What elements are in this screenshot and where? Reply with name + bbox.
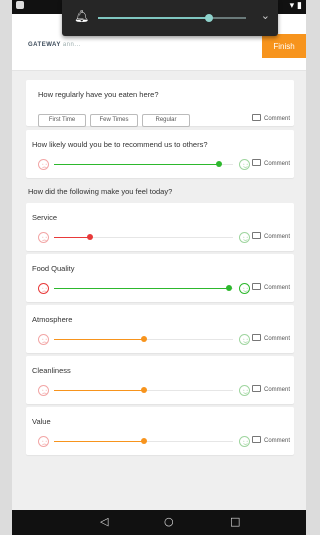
recent-apps-icon[interactable]: □ [230, 515, 240, 528]
rating-thumb[interactable] [140, 438, 147, 444]
comment-button[interactable]: Comment [251, 436, 290, 444]
rating-slider[interactable] [54, 285, 233, 291]
recommend-fill [54, 164, 219, 165]
happy-face-icon[interactable] [239, 283, 250, 294]
recommend-slider[interactable] [54, 161, 233, 167]
comment-icon [251, 283, 261, 290]
comment-icon [251, 385, 261, 392]
rating-thumb[interactable] [140, 336, 147, 342]
rating-thumb[interactable] [226, 285, 233, 291]
volume-fill [98, 17, 209, 19]
rating-slider[interactable] [54, 387, 233, 393]
option-regular[interactable]: Regular [142, 114, 190, 127]
comment-button[interactable]: Comment [251, 283, 290, 291]
rating-label: Food Quality [32, 264, 75, 273]
logo: GATEWAY ann... [28, 42, 81, 48]
home-icon[interactable]: ○ [164, 515, 174, 528]
sad-face-icon[interactable] [38, 159, 49, 170]
rating-slider[interactable] [54, 438, 233, 444]
rating-fill [54, 339, 144, 340]
comment-icon [251, 232, 261, 239]
comment-button[interactable]: Comment [251, 159, 290, 167]
chevron-down-icon[interactable]: ⌄ [261, 9, 270, 22]
comment-icon [251, 159, 261, 166]
section-heading: How did the following make you feel toda… [28, 187, 173, 196]
rating-thumb[interactable] [86, 234, 93, 240]
rating-card: Service Comment [26, 203, 294, 251]
comment-icon [251, 334, 261, 341]
rating-fill [54, 390, 144, 391]
comment-icon [251, 436, 261, 443]
signal-battery-icon: ▾ ▮ [289, 1, 302, 11]
happy-face-icon[interactable] [239, 385, 250, 396]
happy-face-icon[interactable] [239, 159, 250, 170]
rating-fill [54, 288, 230, 289]
rating-card: Atmosphere Comment [26, 305, 294, 353]
nav-bar: ◁ ○ □ [12, 510, 306, 535]
sad-face-icon[interactable] [38, 232, 49, 243]
app-screen: ▾ ▮ GATEWAY ann... Finish How regularly h… [12, 0, 306, 535]
rating-label: Atmosphere [32, 315, 73, 324]
sad-face-icon[interactable] [38, 283, 49, 294]
comment-icon [251, 114, 261, 121]
notification-icon [16, 1, 24, 9]
frequency-card: How regularly have you eaten here? First… [26, 80, 294, 127]
rating-label: Value [32, 417, 51, 426]
comment-button[interactable]: Comment [251, 232, 290, 240]
rating-slider[interactable] [54, 336, 233, 342]
frequency-question: How regularly have you eaten here? [38, 90, 159, 99]
rating-card: Food Quality Comment [26, 254, 294, 302]
recommend-question: How likely would you be to recommend us … [32, 140, 208, 149]
volume-panel: 🔔︎ ⌄ [62, 0, 278, 36]
comment-button[interactable]: Comment [251, 385, 290, 393]
finish-button[interactable]: Finish [262, 34, 306, 58]
rating-label: Service [32, 213, 58, 222]
rating-slider[interactable] [54, 234, 233, 240]
rating-thumb[interactable] [140, 387, 147, 393]
comment-button[interactable]: Comment [251, 114, 290, 122]
happy-face-icon[interactable] [239, 232, 250, 243]
rating-label: Cleanliness [32, 366, 71, 375]
rating-fill [54, 441, 144, 442]
recommend-thumb[interactable] [215, 161, 222, 167]
sad-face-icon[interactable] [38, 334, 49, 345]
bell-icon[interactable]: 🔔︎ [74, 9, 89, 23]
volume-thumb[interactable] [205, 14, 213, 22]
option-first-time[interactable]: First Time [38, 114, 86, 127]
back-icon[interactable]: ◁ [100, 515, 108, 528]
comment-button[interactable]: Comment [251, 334, 290, 342]
sad-face-icon[interactable] [38, 385, 49, 396]
happy-face-icon[interactable] [239, 436, 250, 447]
recommend-card: How likely would you be to recommend us … [26, 130, 294, 178]
rating-card: Cleanliness Comment [26, 356, 294, 404]
sad-face-icon[interactable] [38, 436, 49, 447]
happy-face-icon[interactable] [239, 334, 250, 345]
volume-slider[interactable] [98, 14, 246, 22]
option-few-times[interactable]: Few Times [90, 114, 138, 127]
rating-card: Value Comment [26, 407, 294, 455]
rating-fill [54, 237, 90, 238]
